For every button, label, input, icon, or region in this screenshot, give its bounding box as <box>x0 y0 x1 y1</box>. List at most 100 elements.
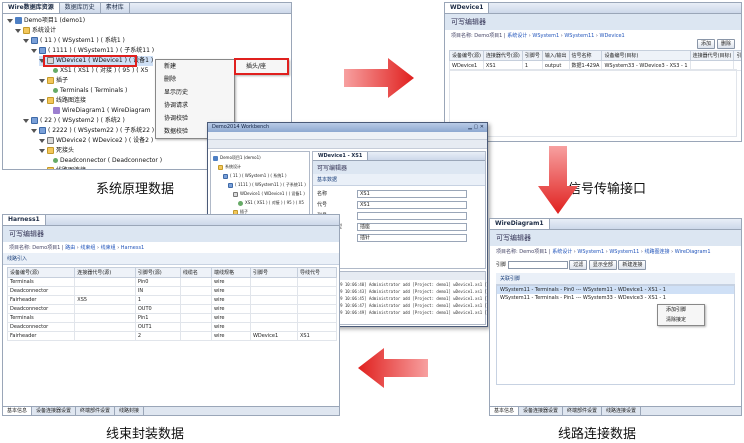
menu-new[interactable]: 新建 <box>156 60 234 73</box>
crumb-harness1[interactable]: Harness1 <box>121 245 144 251</box>
mini-tree-node[interactable]: WDevice1 ( WDevice1 ) ( 设备1 ) <box>233 190 305 198</box>
table-cell[interactable] <box>74 322 136 332</box>
list-item[interactable]: WSystem11 - Terminals - Pin1 --- WSystem… <box>497 294 734 302</box>
table-row[interactable]: Terminals Pin1 wire <box>6 313 337 323</box>
table-cell[interactable] <box>179 304 213 314</box>
list-item[interactable]: WSystem11 - Terminals - Pin0 --- WSystem… <box>497 286 734 294</box>
table-cell[interactable]: wire <box>211 295 251 305</box>
menu-delete[interactable]: 删除 <box>156 73 234 86</box>
table-cell[interactable] <box>297 313 337 323</box>
table-cell[interactable] <box>179 313 213 323</box>
expand-icon[interactable] <box>31 48 37 53</box>
field-input[interactable]: 插针 <box>357 233 467 242</box>
table-cell[interactable]: wire <box>211 277 251 287</box>
expand-icon[interactable] <box>39 148 45 153</box>
tab-material-library[interactable]: 素材库 <box>101 3 130 13</box>
tree-node[interactable]: WDevice2 ( WDevice2 ) ( 设备2 ) <box>39 136 153 146</box>
column-header[interactable]: 导线代号 <box>297 267 337 278</box>
column-header[interactable]: 设备编号(目标) <box>601 50 691 61</box>
btab-terminal[interactable]: 终端部件设置 <box>563 407 603 415</box>
pin-filter-input[interactable] <box>507 260 568 269</box>
popup-clear[interactable]: 清除接定 <box>658 315 704 325</box>
table-cell[interactable] <box>249 304 299 314</box>
table-cell[interactable]: Deadconnector <box>6 286 76 296</box>
tree-node[interactable]: 系统设计 <box>15 26 56 36</box>
crumb-wire-conn[interactable]: 线路图连接 <box>645 249 670 255</box>
tree-node[interactable]: Terminals ( Terminals ) <box>47 86 127 96</box>
expand-icon[interactable] <box>15 28 21 33</box>
tab-wirediagram1[interactable]: WireDiagram1 <box>490 219 550 229</box>
table-cell[interactable]: Terminals <box>6 313 76 323</box>
tab-wire-resources[interactable]: Wire数据库资源 <box>3 3 60 13</box>
table-cell[interactable]: XS5 <box>74 295 136 305</box>
table-cell[interactable] <box>249 277 299 287</box>
table-cell[interactable] <box>297 304 337 314</box>
column-header[interactable]: 输入/输出 <box>541 50 570 61</box>
table-cell[interactable]: wire <box>211 304 251 314</box>
table-cell[interactable]: OUT1 <box>134 322 181 332</box>
column-header[interactable]: 引脚号 <box>249 267 299 278</box>
expand-icon[interactable] <box>39 168 45 169</box>
tab-wdevice1[interactable]: WDevice1 <box>445 3 490 13</box>
table-cell[interactable]: Fairheader <box>6 295 76 305</box>
table-cell[interactable] <box>249 313 299 323</box>
btab-basic[interactable]: 基本信息 <box>3 407 33 415</box>
table-cell[interactable]: Deadconnector <box>6 322 76 332</box>
expand-icon[interactable] <box>39 78 45 83</box>
column-header[interactable]: 连接器代号(目标) <box>689 50 735 61</box>
tree-node[interactable]: WireDiagram1 ( WireDiagram <box>47 106 150 116</box>
table-cell[interactable] <box>179 277 213 287</box>
table-cell[interactable]: Deadconnector <box>6 304 76 314</box>
crumb-harness-group[interactable]: 线束组 <box>80 245 95 251</box>
column-header[interactable]: 引脚号 <box>521 50 543 61</box>
column-header[interactable]: 信号名称 <box>568 50 603 61</box>
table-cell[interactable]: XS1 <box>297 331 337 341</box>
column-header[interactable]: 引脚号(目标) <box>733 50 741 61</box>
column-header[interactable]: 连接器代号(源) <box>74 267 136 278</box>
btab-connector[interactable]: 设备连接器设置 <box>519 407 564 415</box>
table-cell[interactable]: Pin1 <box>134 313 181 323</box>
table-cell[interactable]: 1 <box>134 295 181 305</box>
table-cell[interactable] <box>74 331 136 341</box>
table-cell[interactable]: IN <box>134 286 181 296</box>
table-cell[interactable] <box>297 322 337 332</box>
field-input[interactable] <box>357 211 467 220</box>
table-cell[interactable] <box>179 322 213 332</box>
table-cell[interactable]: 2 <box>134 331 181 341</box>
field-input[interactable]: XS1 <box>357 200 467 209</box>
new-connection-button[interactable]: 新建连接 <box>618 260 647 270</box>
table-cell[interactable] <box>249 322 299 332</box>
tree-node[interactable]: Demo项目1 (demo1) <box>7 16 85 26</box>
expand-icon[interactable] <box>23 38 29 43</box>
mini-tree-node[interactable]: ( 1111 ) ( WSystem11 ) ( 子系统11 ) <box>228 181 306 189</box>
table-row[interactable]: Terminals Pin0 wire <box>6 277 337 287</box>
table-cell[interactable] <box>297 286 337 296</box>
crumb-wdevice1[interactable]: WDevice1 <box>600 33 625 39</box>
column-header[interactable]: 设备编号(源) <box>449 50 484 61</box>
table-cell[interactable] <box>179 286 213 296</box>
tree-node[interactable]: Deadconnector ( Deadconnector ) <box>47 156 162 166</box>
table-cell[interactable]: Terminals <box>6 277 76 287</box>
mini-tree-node[interactable]: 系统设计 <box>218 163 241 171</box>
table-cell[interactable] <box>179 331 213 341</box>
table-cell[interactable]: Pin0 <box>134 277 181 287</box>
table-cell[interactable] <box>249 286 299 296</box>
tab-xs1[interactable]: WDevice1 - XS1 <box>313 152 369 160</box>
tab-db-history[interactable]: 数据库历史 <box>60 3 101 13</box>
tree-node[interactable]: ( 22 ) ( WSystem2 ) ( 系统2 ) <box>23 116 125 126</box>
table-cell[interactable]: wire <box>211 313 251 323</box>
table-cell[interactable]: OUT0 <box>134 304 181 314</box>
table-cell[interactable] <box>249 295 299 305</box>
tree-node[interactable]: 线路图连接 <box>39 166 86 169</box>
tree-node[interactable]: 线路图连接 <box>39 96 86 106</box>
column-header[interactable]: 线缆名 <box>179 267 213 278</box>
expand-icon[interactable] <box>39 98 45 103</box>
table-cell[interactable]: WDevice1 <box>249 331 299 341</box>
btab-terminal[interactable]: 终端部件设置 <box>76 407 116 415</box>
table-cell[interactable] <box>74 286 136 296</box>
show-all-button[interactable]: 显示全部 <box>588 260 617 270</box>
table-row[interactable]: Deadconnector IN wire <box>6 286 337 296</box>
crumb-wirediagram1[interactable]: WireDiagram1 <box>675 249 711 255</box>
popup-add-pin[interactable]: 添加引脚 <box>658 305 704 315</box>
expand-icon[interactable] <box>23 118 29 123</box>
